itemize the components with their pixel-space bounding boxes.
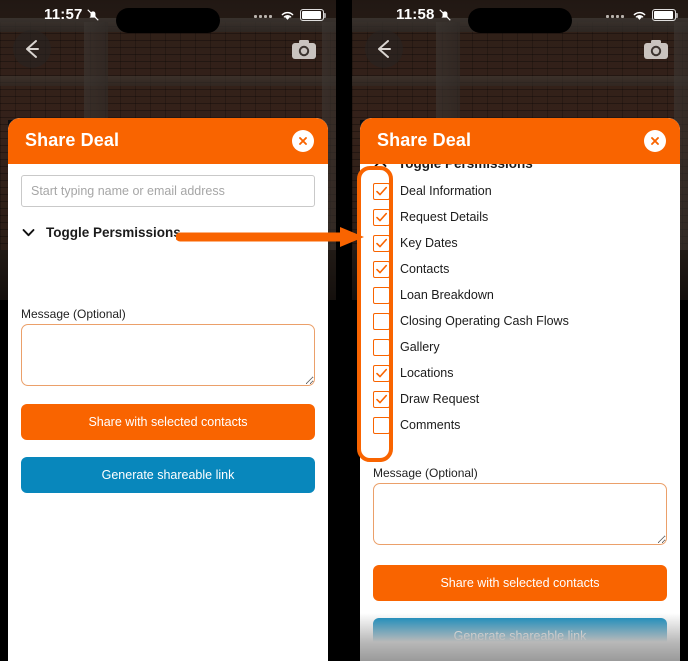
permission-label: Loan Breakdown	[400, 288, 494, 302]
permission-row[interactable]: Gallery	[373, 334, 569, 360]
close-button[interactable]	[292, 130, 314, 152]
permission-row[interactable]: Request Details	[373, 204, 569, 230]
sheet-header: Share Deal	[8, 118, 328, 164]
permission-row[interactable]: Loan Breakdown	[373, 282, 569, 308]
sheet-header: Share Deal	[360, 118, 680, 164]
battery-icon	[300, 9, 326, 21]
back-button[interactable]	[13, 30, 51, 68]
permission-row[interactable]: Key Dates	[373, 230, 569, 256]
permission-row[interactable]: Comments	[373, 412, 569, 438]
share-deal-sheet: Share Deal Toggle Persmissions Message (…	[8, 118, 328, 661]
message-textarea[interactable]	[21, 324, 315, 386]
back-arrow-icon	[26, 40, 39, 58]
permission-row[interactable]: Contacts	[373, 256, 569, 282]
close-icon	[299, 137, 307, 145]
permission-label: Contacts	[400, 262, 450, 276]
share-with-contacts-button[interactable]: Share with selected contacts	[21, 404, 315, 440]
permission-label: Key Dates	[400, 236, 458, 250]
permission-label: Comments	[400, 418, 461, 432]
status-bar: 11:58	[352, 0, 688, 33]
permission-label: Deal Information	[400, 184, 492, 198]
permission-row[interactable]: Deal Information	[373, 178, 569, 204]
status-clock: 11:58	[396, 6, 435, 23]
permission-label: Closing Operating Cash Flows	[400, 314, 569, 328]
wifi-icon	[633, 11, 646, 20]
permission-row[interactable]: Draw Request	[373, 386, 569, 412]
signal-dots-icon	[606, 15, 624, 18]
camera-button[interactable]	[285, 30, 323, 68]
share-with-contacts-button[interactable]: Share with selected contacts	[373, 565, 667, 601]
phone-screenshot-before: 11:57 Share Deal Start typing name or em…	[0, 0, 336, 661]
callout-arrow	[176, 227, 364, 247]
permission-row[interactable]: Closing Operating Cash Flows	[373, 308, 569, 334]
wifi-icon	[281, 11, 294, 20]
message-textarea[interactable]	[373, 483, 667, 545]
phone-screenshot-after: 11:58 Share Deal Deal Information Reques…	[352, 0, 688, 661]
camera-button[interactable]	[637, 30, 675, 68]
permission-label: Gallery	[400, 340, 440, 354]
back-arrow-icon	[378, 40, 391, 58]
bell-slash-icon	[87, 9, 99, 21]
permission-label: Draw Request	[400, 392, 480, 406]
permissions-list: Deal Information Request Details Key Dates…	[373, 178, 569, 438]
share-deal-sheet: Share Deal Toggle Persmissions Deal Info…	[360, 118, 680, 661]
camera-icon	[292, 40, 316, 59]
toggle-permissions-label: Toggle Persmissions	[46, 224, 181, 240]
permissions-highlight-box	[357, 166, 393, 462]
contact-search-input[interactable]	[21, 175, 315, 207]
generate-shareable-link-button[interactable]: Generate shareable link	[21, 457, 315, 493]
permission-row[interactable]: Locations	[373, 360, 569, 386]
sheet-title: Share Deal	[377, 130, 472, 150]
close-button[interactable]	[644, 130, 666, 152]
chevron-down-icon	[22, 228, 35, 236]
sheet-title: Share Deal	[25, 130, 120, 150]
message-label: Message (Optional)	[21, 307, 126, 321]
battery-icon	[652, 9, 678, 21]
message-label: Message (Optional)	[373, 466, 478, 480]
toggle-permissions-row[interactable]: Toggle Persmissions	[21, 221, 181, 243]
permission-label: Locations	[400, 366, 454, 380]
camera-icon	[644, 40, 668, 59]
dynamic-island	[468, 8, 572, 33]
comparison-stage: 11:57 Share Deal Start typing name or em…	[0, 0, 688, 661]
dynamic-island	[116, 8, 220, 33]
status-bar: 11:57	[0, 0, 336, 33]
back-button[interactable]	[365, 30, 403, 68]
bell-slash-icon	[439, 9, 451, 21]
sheet-body: Toggle Persmissions Deal InformationRequ…	[360, 156, 680, 661]
permission-label: Request Details	[400, 210, 489, 224]
signal-dots-icon	[254, 15, 272, 18]
close-icon	[651, 137, 659, 145]
generate-shareable-link-button[interactable]: Generate shareable link	[373, 618, 667, 654]
status-clock: 11:57	[44, 6, 83, 23]
